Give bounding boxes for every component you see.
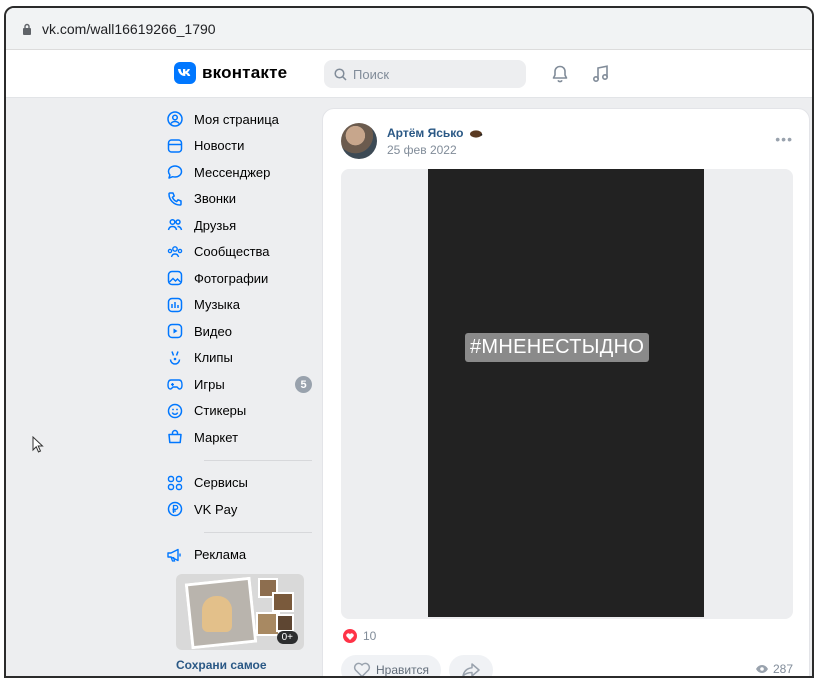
left-navigation: Моя страница Новости Мессенджер Звонки Д…	[166, 106, 312, 568]
nav-item-communities[interactable]: Сообщества	[166, 239, 312, 266]
nav-item-my-page[interactable]: Моя страница	[166, 106, 312, 133]
share-icon	[462, 663, 480, 676]
lock-icon	[23, 23, 31, 35]
vk-logo-icon	[174, 62, 196, 84]
post-author[interactable]: Артём Ясько	[387, 126, 483, 140]
promo-title[interactable]: Сохрани самое дорогое	[176, 658, 306, 676]
nav-item-vkpay[interactable]: VK Pay	[166, 496, 312, 523]
nav-label: Фотографии	[194, 270, 269, 286]
video-player[interactable]: #МНЕНЕСТЫДНО	[428, 169, 704, 617]
search-icon	[334, 67, 347, 81]
nav-item-photos[interactable]: Фотографии	[166, 265, 312, 292]
post-date[interactable]: 25 фев 2022	[387, 143, 457, 157]
url-text[interactable]: vk.com/wall16619266_1790	[42, 21, 216, 37]
more-options-icon[interactable]: •••	[775, 131, 793, 147]
search-input[interactable]	[353, 66, 513, 82]
music-note-icon[interactable]	[591, 64, 611, 84]
nav-label: Игры	[194, 376, 225, 392]
nav-label: Реклама	[194, 547, 247, 563]
nav-item-games[interactable]: Игры 5	[166, 371, 312, 398]
services-icon	[166, 474, 184, 492]
address-bar[interactable]: vk.com/wall16619266_1790	[6, 8, 812, 50]
video-hashtag-text: #МНЕНЕСТЫДНО	[465, 333, 650, 362]
hedgehog-emoji-icon	[469, 130, 483, 138]
nav-item-friends[interactable]: Друзья	[166, 212, 312, 239]
likes-summary[interactable]: 10	[343, 629, 376, 643]
nav-item-news[interactable]: Новости	[166, 133, 312, 160]
like-button[interactable]: Нравится	[341, 655, 441, 677]
browser-window: vk.com/wall16619266_1790 вконтакте Поиск…	[4, 6, 814, 678]
phone-icon	[166, 190, 184, 208]
nav-label: Клипы	[194, 350, 233, 366]
nav-label: Моя страница	[194, 111, 279, 127]
user-circle-icon	[166, 110, 184, 128]
like-label: Нравится	[376, 663, 429, 677]
smile-icon	[166, 402, 184, 420]
nav-item-clips[interactable]: Клипы	[166, 345, 312, 372]
post-media[interactable]: #МНЕНЕСТЫДНО	[341, 169, 793, 619]
nav-label: Мессенджер	[194, 164, 271, 180]
friends-icon	[166, 216, 184, 234]
search-box[interactable]	[324, 60, 526, 88]
promo-image[interactable]: 0+	[176, 574, 304, 650]
post-actions: Нравится	[341, 655, 501, 677]
nav-divider	[204, 531, 312, 533]
nav-label: Новости	[194, 138, 245, 154]
nav-divider	[204, 459, 312, 461]
mouse-pointer-icon	[32, 436, 44, 453]
video-icon	[166, 322, 184, 340]
wall-post: Артём Ясько 25 фев 2022 ••• #МНЕНЕСТЫДНО…	[322, 108, 810, 677]
bag-icon	[166, 428, 184, 446]
views-counter: 287	[755, 662, 793, 676]
views-count: 287	[772, 662, 793, 676]
heart-outline-icon	[353, 662, 371, 676]
nav-item-calls[interactable]: Звонки	[166, 186, 312, 213]
music-icon	[166, 296, 184, 314]
nav-item-video[interactable]: Видео	[166, 318, 312, 345]
nav-item-market[interactable]: Маркет	[166, 424, 312, 451]
age-rating-badge: 0+	[276, 631, 298, 644]
nav-label: Стикеры	[194, 403, 247, 419]
bell-icon[interactable]	[550, 64, 570, 84]
nav-label: VK Pay	[194, 501, 238, 517]
nav-item-stickers[interactable]: Стикеры	[166, 398, 312, 425]
nav-label: Звонки	[194, 191, 236, 207]
promo-block[interactable]: 0+ Сохрани самое дорогое	[176, 574, 306, 676]
avatar[interactable]	[341, 123, 377, 159]
nav-label: Сообщества	[194, 244, 270, 260]
nav-label: Друзья	[194, 217, 237, 233]
vkpay-icon	[166, 500, 184, 518]
vk-header: вконтакте	[6, 50, 812, 98]
games-count-badge: 5	[295, 376, 312, 393]
eye-icon	[755, 665, 768, 673]
share-button[interactable]	[448, 655, 493, 676]
clips-icon	[166, 349, 184, 367]
nav-item-messenger[interactable]: Мессенджер	[166, 159, 312, 186]
newsfeed-icon	[166, 137, 184, 155]
heart-icon	[343, 629, 357, 643]
likes-count: 10	[363, 629, 377, 643]
vk-logo[interactable]: вконтакте	[174, 62, 287, 84]
nav-label: Видео	[194, 323, 232, 339]
gamepad-icon	[166, 375, 184, 393]
logo-text: вконтакте	[202, 63, 288, 82]
nav-item-music[interactable]: Музыка	[166, 292, 312, 319]
nav-label: Маркет	[194, 429, 239, 445]
megaphone-icon	[166, 546, 184, 564]
nav-label: Сервисы	[194, 475, 248, 491]
photo-icon	[166, 269, 184, 287]
nav-item-ads[interactable]: Реклама	[166, 542, 312, 569]
communities-icon	[166, 243, 184, 261]
message-icon	[166, 163, 184, 181]
nav-item-services[interactable]: Сервисы	[166, 470, 312, 497]
nav-label: Музыка	[194, 297, 240, 313]
